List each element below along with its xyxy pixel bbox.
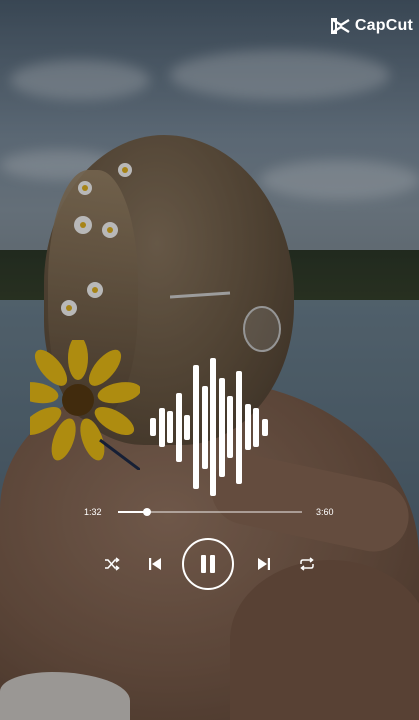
progress-track[interactable] [118,508,302,516]
waveform-bar [219,378,225,477]
player-controls [0,538,419,592]
waveform-bar [176,393,182,462]
waveform-bar [262,419,268,436]
waveform-bar [253,408,259,447]
waveform-bar [184,415,190,440]
waveform-bar [227,396,233,458]
waveform-bar [193,365,199,489]
waveform-bar [236,371,242,484]
waveform-bar [167,411,173,443]
progress-bar[interactable]: 1:32 3:60 [84,503,344,521]
next-button[interactable] [252,552,276,576]
repeat-icon [300,557,314,571]
audio-waveform [150,358,270,498]
elapsed-time: 1:32 [84,507,102,517]
shuffle-button[interactable] [100,552,124,576]
waveform-bar [150,418,156,436]
total-duration: 3:60 [316,507,334,517]
waveform-bar [210,358,216,496]
waveform-bar [202,386,208,469]
waveform-bar [159,408,165,447]
capcut-watermark: CapCut [330,17,413,35]
waveform-bar [245,404,251,450]
brand-name: CapCut [354,17,413,34]
previous-button[interactable] [143,552,167,576]
play-pause-button[interactable] [182,538,234,590]
repeat-button[interactable] [295,552,319,576]
next-icon [258,558,270,570]
progress-knob[interactable] [143,508,151,516]
capcut-logo-icon [330,18,350,34]
pause-icon [201,555,215,573]
previous-icon [149,558,161,570]
shuffle-icon [105,557,120,571]
